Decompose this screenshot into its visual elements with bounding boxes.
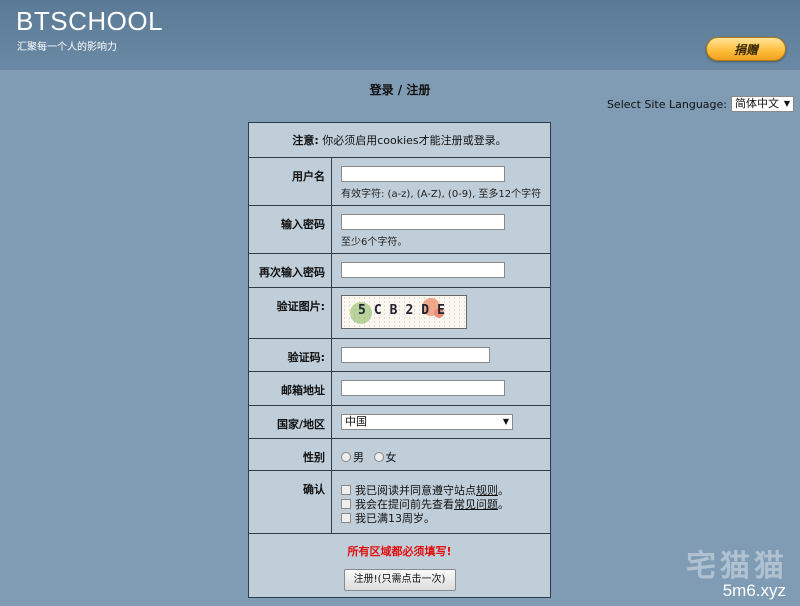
gender-male-radio[interactable] (341, 452, 351, 462)
chevron-down-icon: ▼ (502, 417, 509, 426)
username-input[interactable] (341, 166, 505, 182)
captcha-code-input[interactable] (341, 347, 490, 363)
email-input[interactable] (341, 380, 505, 396)
captcha-image: 5CB2DE (341, 295, 467, 329)
agree-age-row: 我已满13周岁。 (341, 510, 550, 525)
watermark-url: 5m6.xyz (722, 581, 786, 600)
username-hint: 有效字符: (a-z), (A-Z), (0-9), 至多12个字符 (341, 189, 542, 200)
agree-faq-checkbox[interactable] (341, 499, 351, 509)
site-logo[interactable]: BTSCHOOL (16, 6, 163, 37)
cookie-notice: 注意: 你必须启用cookies才能注册或登录。 (248, 122, 551, 158)
captcha-image-label: 验证图片: (248, 287, 332, 339)
country-select[interactable]: 中国 ▼ (341, 414, 513, 430)
language-select[interactable]: 简体中文 ▼ (731, 96, 794, 112)
country-label: 国家/地区 (248, 405, 332, 439)
password-confirm-label: 再次输入密码 (248, 253, 332, 288)
required-warning: 所有区域都必须填写! (347, 545, 452, 558)
register-form: 注意: 你必须启用cookies才能注册或登录。 用户名 有效字符: (a-z)… (248, 122, 551, 598)
chevron-down-icon: ▼ (783, 99, 790, 108)
faq-link[interactable]: 常见问题 (454, 498, 498, 511)
register-submit-button[interactable]: 注册!(只需点击一次) (343, 569, 456, 591)
watermark-logo-text: 宅猫猫 (686, 549, 788, 584)
submit-area: 所有区域都必须填写! 注册!(只需点击一次) (248, 533, 551, 598)
username-label: 用户名 (248, 157, 332, 206)
gender-female-label: 女 (385, 451, 397, 464)
password-label: 输入密码 (248, 205, 332, 254)
language-select-value: 简体中文 (735, 97, 779, 110)
agree-faq-suffix: 。 (498, 498, 509, 511)
agree-age-checkbox[interactable] (341, 513, 351, 523)
agree-rules-row: 我已阅读并同意遵守站点规则。 (341, 482, 550, 497)
country-select-value: 中国 (345, 415, 367, 428)
gender-label: 性别 (248, 438, 332, 471)
agree-faq-row: 我会在提问前先查看常见问题。 (341, 496, 550, 511)
donate-button[interactable]: 捐赠 (706, 37, 786, 61)
language-selector: Select Site Language: 简体中文 ▼ (607, 96, 794, 112)
agree-age-label: 我已满13周岁。 (355, 512, 435, 525)
captcha-text: 5CB2DE (358, 303, 453, 318)
gender-female-radio[interactable] (373, 452, 384, 462)
password-hint: 至少6个字符。 (341, 237, 408, 248)
captcha-code-label: 验证码: (248, 338, 332, 372)
password-confirm-input[interactable] (341, 262, 505, 278)
agree-rules-checkbox[interactable] (341, 485, 351, 495)
email-label: 邮箱地址 (248, 371, 332, 406)
notice-label: 注意: (292, 134, 319, 147)
notice-text: 你必须启用cookies才能注册或登录。 (322, 134, 507, 147)
confirm-label: 确认 (248, 470, 332, 534)
password-input[interactable] (341, 214, 505, 230)
site-slogan: 汇聚每一个人的影响力 (17, 42, 117, 53)
site-header: BTSCHOOL 汇聚每一个人的影响力 捐赠 (0, 0, 800, 70)
watermark: 宅猫猫 5m6.xyz (628, 549, 788, 601)
gender-male-label: 男 (353, 451, 364, 464)
language-label: Select Site Language: (606, 97, 727, 111)
